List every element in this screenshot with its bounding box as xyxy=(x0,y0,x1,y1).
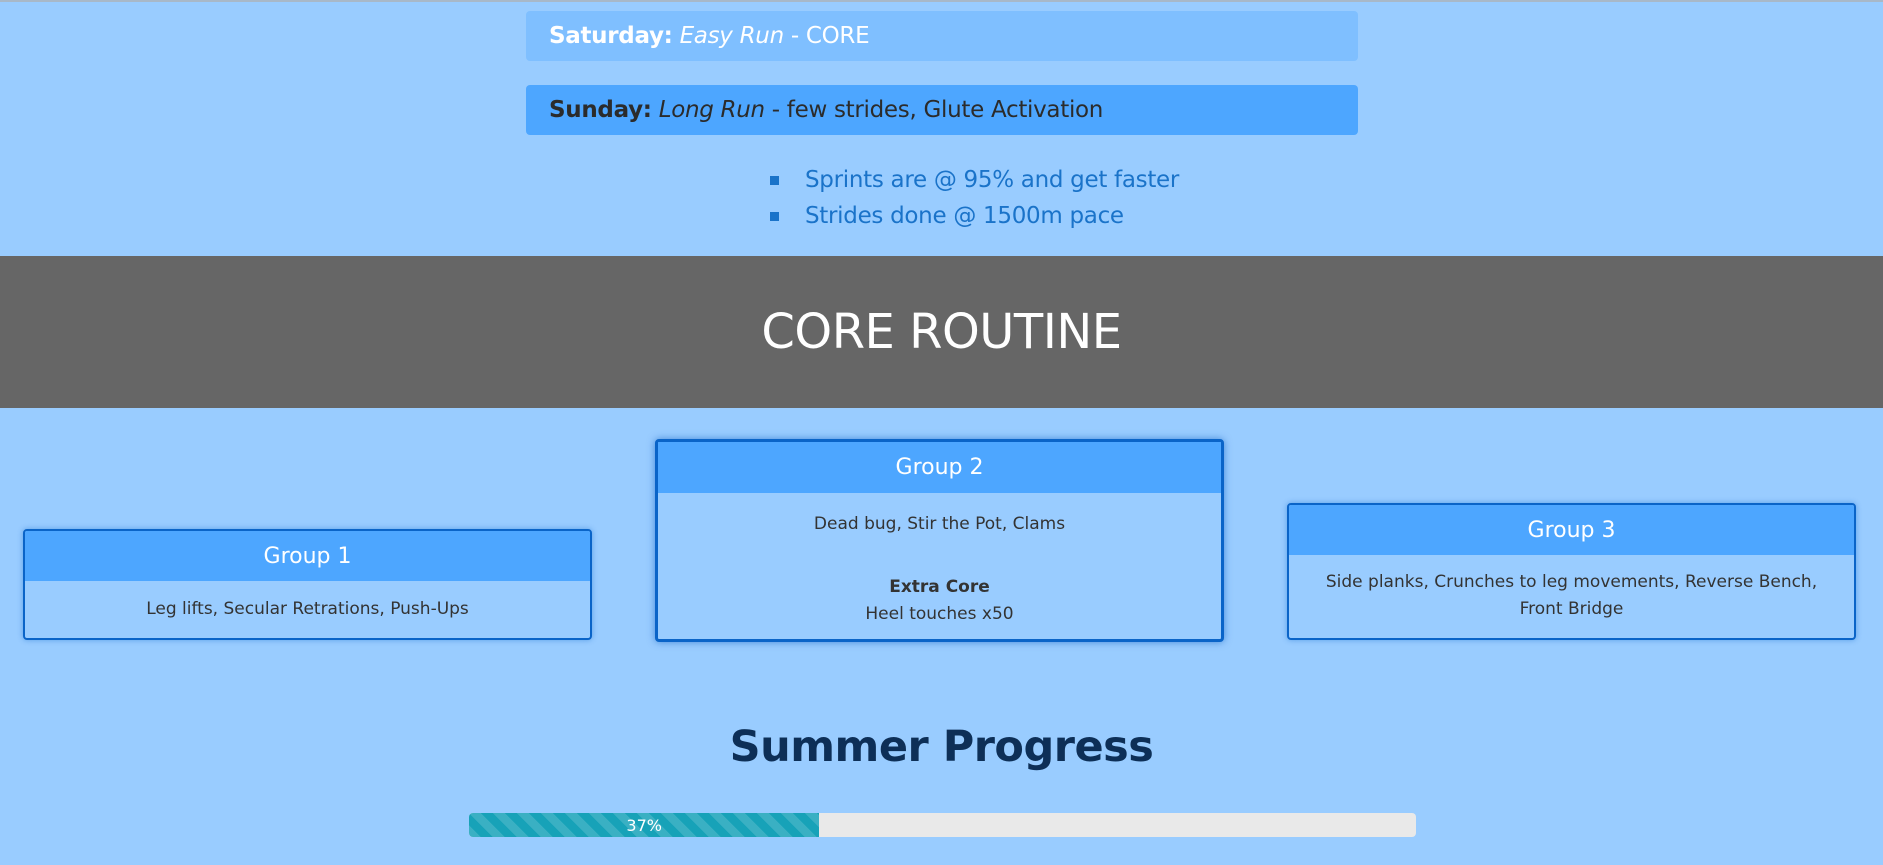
group-card-2: Group 2 Dead bug, Stir the Pot, Clams Ex… xyxy=(655,439,1224,642)
saturday-separator: - xyxy=(790,23,799,49)
sunday-workout: Long Run xyxy=(658,97,765,123)
group-card-1: Group 1 Leg lifts, Secular Retrations, P… xyxy=(23,529,592,640)
group-card-body: Dead bug, Stir the Pot, Clams Extra Core… xyxy=(658,493,1221,628)
saturday-workout: Easy Run xyxy=(679,23,785,49)
sunday-extra: few strides, Glute Activation xyxy=(786,97,1104,123)
list-item: Sprints are @ 95% and get faster xyxy=(770,162,1179,198)
saturday-label: Saturday: xyxy=(549,23,673,49)
square-bullet-icon xyxy=(770,211,779,221)
group-card-header: Group 3 xyxy=(1289,505,1854,555)
sunday-separator: - xyxy=(771,97,780,123)
extra-core-title: Extra Core xyxy=(889,577,990,597)
progress-label: 37% xyxy=(626,815,662,835)
list-item: Strides done @ 1500m pace xyxy=(770,198,1179,234)
note-text: Sprints are @ 95% and get faster xyxy=(805,167,1180,193)
group-card-header: Group 1 xyxy=(25,531,590,581)
note-text: Strides done @ 1500m pace xyxy=(805,203,1124,229)
training-notes: Sprints are @ 95% and get faster Strides… xyxy=(770,162,1179,234)
schedule-sunday: Sunday: Long Run - few strides, Glute Ac… xyxy=(526,85,1358,135)
saturday-extra: CORE xyxy=(805,23,870,49)
group-card-header: Group 2 xyxy=(658,442,1221,493)
square-bullet-icon xyxy=(770,175,779,185)
group-exercises: Side planks, Crunches to leg movements, … xyxy=(1325,572,1818,619)
group-exercises: Leg lifts, Secular Retrations, Push-Ups xyxy=(146,599,469,619)
core-routine-title: CORE ROUTINE xyxy=(761,304,1122,360)
group-exercises: Dead bug, Stir the Pot, Clams xyxy=(813,514,1066,534)
top-border xyxy=(0,0,1883,2)
schedule-saturday: Saturday: Easy Run - CORE xyxy=(526,11,1358,61)
group-card-3: Group 3 Side planks, Crunches to leg mov… xyxy=(1287,503,1856,640)
sunday-label: Sunday: xyxy=(549,97,652,123)
progress-fill: 37% xyxy=(469,813,820,837)
progress-title: Summer Progress xyxy=(729,722,1154,772)
extra-core-detail: Heel touches x50 xyxy=(865,604,1014,624)
progress-bar: 37% xyxy=(469,813,1416,837)
core-routine-banner: CORE ROUTINE xyxy=(0,256,1883,408)
